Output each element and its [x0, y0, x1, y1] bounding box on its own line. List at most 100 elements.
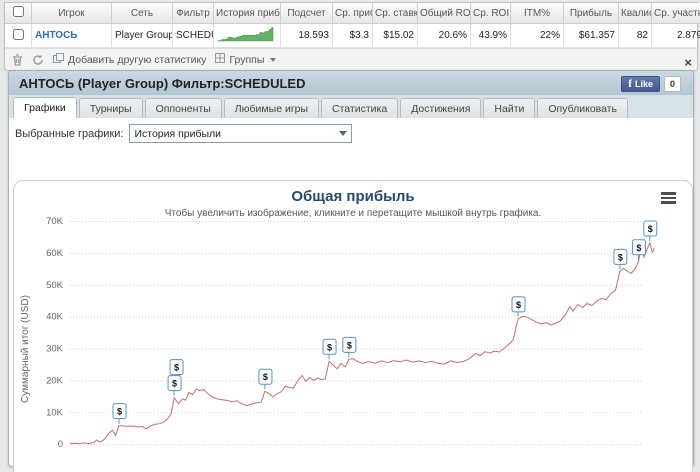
tab-оппоненты[interactable]: Оппоненты	[144, 98, 222, 118]
significant-win-flag[interactable]: $	[112, 403, 127, 420]
chart-menu-icon[interactable]	[661, 192, 676, 206]
panel-content: Выбранные графики: История прибыли 70K 60…	[9, 118, 693, 472]
selected-graphs-label: Выбранные графики:	[15, 127, 124, 140]
column-header: Ср. ставк	[372, 3, 418, 24]
chart-container[interactable]: 70K60K50K40K30K20K10K0-10K0k2k4k6k8k10k1…	[13, 180, 693, 472]
svg-text:$: $	[117, 407, 122, 417]
graph-select-value: История прибыли	[134, 127, 222, 140]
significant-win-flag[interactable]: $	[511, 296, 526, 313]
tab-статистика[interactable]: Статистика	[321, 98, 399, 118]
table-cell: $3.3	[332, 23, 373, 48]
add-stats-button[interactable]: Добавить другую статистику	[53, 53, 206, 66]
column-header: История приб	[213, 3, 281, 24]
column-header: Общий ROI	[417, 3, 471, 24]
table-cell: 20.6%	[417, 23, 471, 48]
svg-text:50K: 50K	[46, 280, 64, 291]
svg-text:60K: 60K	[46, 248, 64, 259]
column-header: Игрок	[31, 3, 112, 24]
table-cell: 18.593	[280, 23, 333, 48]
column-header: Подсчет	[280, 3, 333, 24]
table-cell: Player Group	[111, 23, 173, 48]
add-stats-icon	[53, 53, 64, 66]
significant-win-flag[interactable]: $	[167, 375, 182, 392]
table-cell: SCHEDUL	[172, 23, 214, 48]
add-stats-label: Добавить другую статистику	[68, 53, 207, 66]
svg-text:$: $	[618, 252, 623, 262]
significant-win-flag[interactable]: $	[258, 368, 273, 385]
page: Игрок Сеть Фильтр История приб Подсчет Ср. пр…	[0, 0, 700, 472]
stats-toolbar: Добавить другую статистику Группы	[5, 48, 697, 70]
select-all-checkbox[interactable]	[12, 6, 24, 17]
significant-win-flag[interactable]: $	[631, 239, 646, 256]
significant-win-flag[interactable]: $	[322, 338, 337, 355]
svg-text:30K: 30K	[46, 344, 64, 355]
significant-win-flag[interactable]: $	[613, 248, 628, 265]
select-all-header[interactable]	[5, 3, 32, 24]
svg-text:$: $	[172, 379, 177, 389]
significant-win-flag[interactable]: $	[169, 359, 184, 376]
svg-text:0: 0	[58, 439, 63, 450]
stats-table-body: АНТОСЬPlayer GroupSCHEDUL 18.593$3.3$15.0…	[5, 23, 700, 48]
tab-опубликовать[interactable]: Опубликовать	[537, 98, 629, 118]
caret-down-icon	[270, 57, 277, 62]
trash-icon[interactable]	[12, 54, 23, 66]
svg-text:$: $	[263, 372, 268, 382]
refresh-icon[interactable]	[32, 54, 44, 66]
stats-table-card: Игрок Сеть Фильтр История приб Подсчет Ср. пр…	[4, 2, 700, 71]
table-cell: 2.879	[651, 23, 700, 48]
groups-icon	[215, 53, 226, 66]
chart-subtitle: Чтобы увеличить изображение, кликните и …	[164, 208, 542, 219]
facebook-like-button[interactable]: f Like	[621, 76, 660, 92]
tab-найти[interactable]: Найти	[483, 98, 536, 118]
table-cell: 22%	[510, 23, 564, 48]
table-cell: $15.02	[372, 23, 418, 48]
groups-button[interactable]: Группы	[215, 53, 277, 66]
graph-controls: Выбранные графики: История прибыли	[15, 124, 353, 143]
table-row: АНТОСЬPlayer GroupSCHEDUL 18.593$3.3$15.0…	[5, 23, 700, 48]
svg-text:$: $	[516, 300, 521, 310]
panel-title: АНТОСЬ (Player Group) Фильтр:SCHEDULED	[19, 75, 306, 91]
tab-турниры[interactable]: Турниры	[78, 98, 143, 118]
profit-chart-svg: 70K60K50K40K30K20K10K0-10K0k2k4k6k8k10k1…	[20, 216, 658, 472]
player-panel: АНТОСЬ (Player Group) Фильтр:SCHEDULED f…	[8, 70, 694, 472]
svg-text:$: $	[648, 224, 653, 234]
player-name-link[interactable]: АНТОСЬ	[31, 23, 112, 48]
svg-text:40K: 40K	[46, 312, 64, 323]
svg-text:Суммарный итог (USD): Суммарный итог (USD)	[20, 295, 31, 403]
graph-select[interactable]: История прибыли	[129, 124, 353, 143]
tab-любимые-игры[interactable]: Любимые игры	[223, 98, 320, 118]
svg-text:$: $	[347, 340, 352, 350]
significant-win-flag[interactable]: $	[643, 220, 658, 237]
svg-text:$: $	[174, 363, 179, 373]
tab-достижения[interactable]: Достижения	[400, 98, 482, 118]
stats-table: Игрок Сеть Фильтр История приб Подсчет Ср. пр…	[5, 3, 700, 48]
row-checkbox[interactable]	[12, 28, 24, 40]
like-count-badge: 0	[663, 76, 681, 92]
groups-label: Группы	[229, 53, 265, 66]
column-header: Ср. ROI	[470, 3, 511, 24]
stats-table-head: Игрок Сеть Фильтр История приб Подсчет Ср. пр…	[5, 3, 700, 24]
column-header: Сеть	[111, 3, 173, 24]
tab-bar: Графики Турниры Оппоненты Любимые игры Стати…	[9, 95, 693, 118]
svg-text:20K: 20K	[46, 375, 64, 386]
facebook-icon: f	[628, 77, 632, 90]
svg-text:10K: 10K	[46, 407, 64, 418]
table-cell: $61.357	[563, 23, 619, 48]
svg-text:$: $	[327, 342, 332, 352]
column-header: Квалис	[618, 3, 652, 24]
table-cell: 82	[618, 23, 652, 48]
column-header: Ср. приб	[332, 3, 373, 24]
column-header: Фильтр	[172, 3, 214, 24]
svg-text:$: $	[636, 243, 641, 253]
facebook-like-widget: f Like 0	[621, 76, 681, 92]
table-cell: 43.9%	[470, 23, 511, 48]
column-header: Прибыль	[563, 3, 619, 24]
profit-history-sparkline	[213, 23, 281, 48]
like-label: Like	[634, 79, 653, 89]
panel-header: АНТОСЬ (Player Group) Фильтр:SCHEDULED f…	[9, 71, 693, 95]
panel-close-button[interactable]: ×	[684, 56, 692, 69]
significant-win-flag[interactable]: $	[342, 336, 357, 353]
tab-графики[interactable]: Графики	[13, 97, 77, 118]
select-caret-icon	[339, 131, 348, 136]
chart-title: Общая прибыль	[291, 188, 415, 205]
